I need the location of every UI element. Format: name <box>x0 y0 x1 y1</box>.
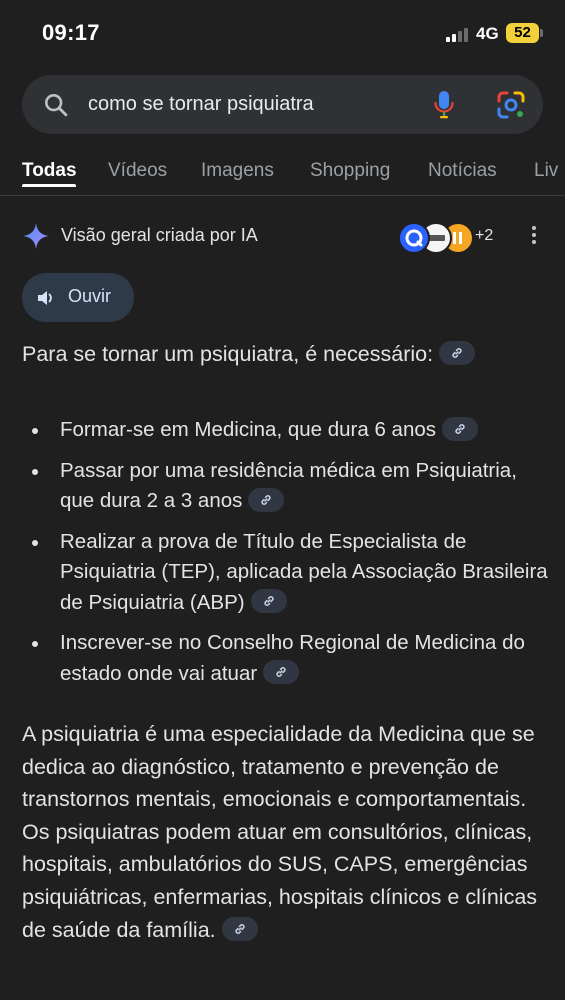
link-icon <box>235 923 245 934</box>
source-link-chip[interactable] <box>250 589 287 614</box>
ai-overview-title: Visão geral criada por IA <box>61 225 258 245</box>
tab-todas[interactable]: Todas <box>22 160 77 182</box>
status-bar: 09:17 4G 52 <box>0 0 565 68</box>
ai-overview-paragraph: A psiquiatria é uma especialidade da Med… <box>22 718 557 946</box>
more-vert-icon[interactable] <box>530 226 538 248</box>
google-lens-icon[interactable] <box>496 90 526 120</box>
link-icon <box>263 596 274 607</box>
tab-shopping[interactable]: Shopping <box>310 160 390 182</box>
status-time: 09:17 <box>42 20 100 45</box>
ai-overview-header: Visão geral criada por IA +2 <box>0 214 565 262</box>
source-avatar-1[interactable] <box>398 222 430 254</box>
source-link-chip[interactable] <box>248 487 285 512</box>
network-type: 4G <box>476 24 499 43</box>
list-item: Realizar a prova de Título de Especialis… <box>22 527 552 619</box>
search-results-page: 09:17 4G 52 como se tornar psiquiatra To… <box>0 0 565 1000</box>
list-item: Formar-se em Medicina, que dura 6 anos <box>22 415 552 446</box>
link-icon <box>455 423 465 434</box>
list-item: Passar por uma residência médica em Psiq… <box>22 456 552 517</box>
paragraph-text: A psiquiatria é uma especialidade da Med… <box>22 722 538 942</box>
battery-tip <box>540 29 543 37</box>
link-icon <box>452 348 462 359</box>
tab-noticias[interactable]: Notícias <box>428 160 497 182</box>
search-bar[interactable]: como se tornar psiquiatra <box>22 75 543 134</box>
search-input[interactable]: como se tornar psiquiatra <box>88 93 314 116</box>
tab-videos[interactable]: Vídeos <box>108 160 167 182</box>
link-icon <box>261 494 272 505</box>
source-avatars[interactable] <box>398 222 474 254</box>
microphone-icon[interactable] <box>432 89 456 121</box>
requirements-list: Formar-se em Medicina, que dura 6 anos P… <box>22 415 552 699</box>
active-tab-indicator <box>22 184 76 187</box>
listen-label: Ouvir <box>68 286 112 306</box>
gemini-sparkle-icon <box>23 223 49 249</box>
speaker-icon <box>38 291 52 305</box>
tab-livros[interactable]: Liv <box>534 160 558 182</box>
signal-strength-icon <box>446 26 472 42</box>
search-icon[interactable] <box>42 91 70 119</box>
source-link-chip[interactable] <box>263 660 300 685</box>
source-link-chip[interactable] <box>221 916 258 941</box>
sources-more-count[interactable]: +2 <box>475 227 493 245</box>
source-link-chip[interactable] <box>442 416 479 441</box>
intro-text: Para se tornar um psiquiatra, é necessár… <box>22 342 434 366</box>
listen-button[interactable]: Ouvir <box>22 273 134 322</box>
source-logo-q-icon <box>405 229 423 247</box>
battery-level: 52 <box>506 23 539 43</box>
link-icon <box>276 667 286 678</box>
ai-overview-intro: Para se tornar um psiquiatra, é necessár… <box>22 338 552 371</box>
list-item: Inscrever-se no Conselho Regional de Med… <box>22 628 552 689</box>
tab-imagens[interactable]: Imagens <box>201 160 274 182</box>
search-tabs: Todas Vídeos Imagens Shopping Notícias L… <box>0 150 565 196</box>
source-link-chip[interactable] <box>439 341 476 366</box>
